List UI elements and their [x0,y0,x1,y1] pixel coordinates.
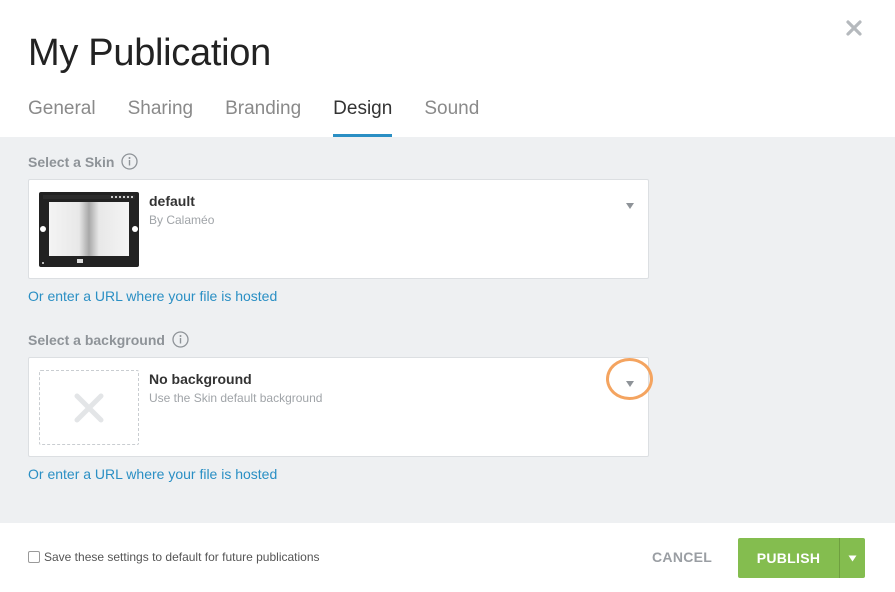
skin-url-link[interactable]: Or enter a URL where your file is hosted [28,288,277,304]
background-url-link[interactable]: Or enter a URL where your file is hosted [28,466,277,482]
publish-dropdown-button[interactable] [840,538,865,578]
skin-selected-subtitle: By Calaméo [149,213,215,227]
chevron-down-icon [848,555,857,562]
publish-button-group: PUBLISH [738,538,865,578]
checkbox-box[interactable] [28,551,40,563]
close-icon[interactable] [844,18,864,38]
tab-sharing[interactable]: Sharing [128,96,194,137]
publication-modal: My Publication General Sharing Branding … [0,0,895,592]
background-select[interactable]: No background Use the Skin default backg… [28,357,649,457]
tab-branding[interactable]: Branding [225,96,301,137]
publish-button[interactable]: PUBLISH [738,538,839,578]
skin-label-text: Select a Skin [28,153,115,170]
tab-general[interactable]: General [28,96,96,137]
chevron-down-icon[interactable] [625,197,635,209]
background-label-text: Select a background [28,331,165,348]
checkbox-label: Save these settings to default for futur… [44,550,320,564]
modal-footer: Save these settings to default for futur… [0,523,895,592]
background-selected-subtitle: Use the Skin default background [149,391,323,405]
chevron-down-icon[interactable] [625,375,635,387]
page-title: My Publication [28,32,271,74]
background-selected-title: No background [149,371,252,387]
skin-selected-title: default [149,193,195,209]
info-icon[interactable] [172,331,189,348]
cancel-button[interactable]: CANCEL [652,549,712,565]
save-default-checkbox[interactable]: Save these settings to default for futur… [28,550,320,564]
background-section-label: Select a background [28,331,189,348]
tab-bar: General Sharing Branding Design Sound [28,96,511,137]
skin-section-label: Select a Skin [28,153,139,170]
no-background-thumbnail [39,370,139,445]
x-icon [74,393,104,423]
tab-design[interactable]: Design [333,96,393,137]
info-icon[interactable] [121,153,139,170]
skin-thumbnail [39,192,139,267]
tab-sound[interactable]: Sound [424,96,479,137]
skin-select[interactable]: default By Calaméo [28,179,649,279]
design-panel: Select a Skin default By Calaméo Or ente… [0,137,895,523]
